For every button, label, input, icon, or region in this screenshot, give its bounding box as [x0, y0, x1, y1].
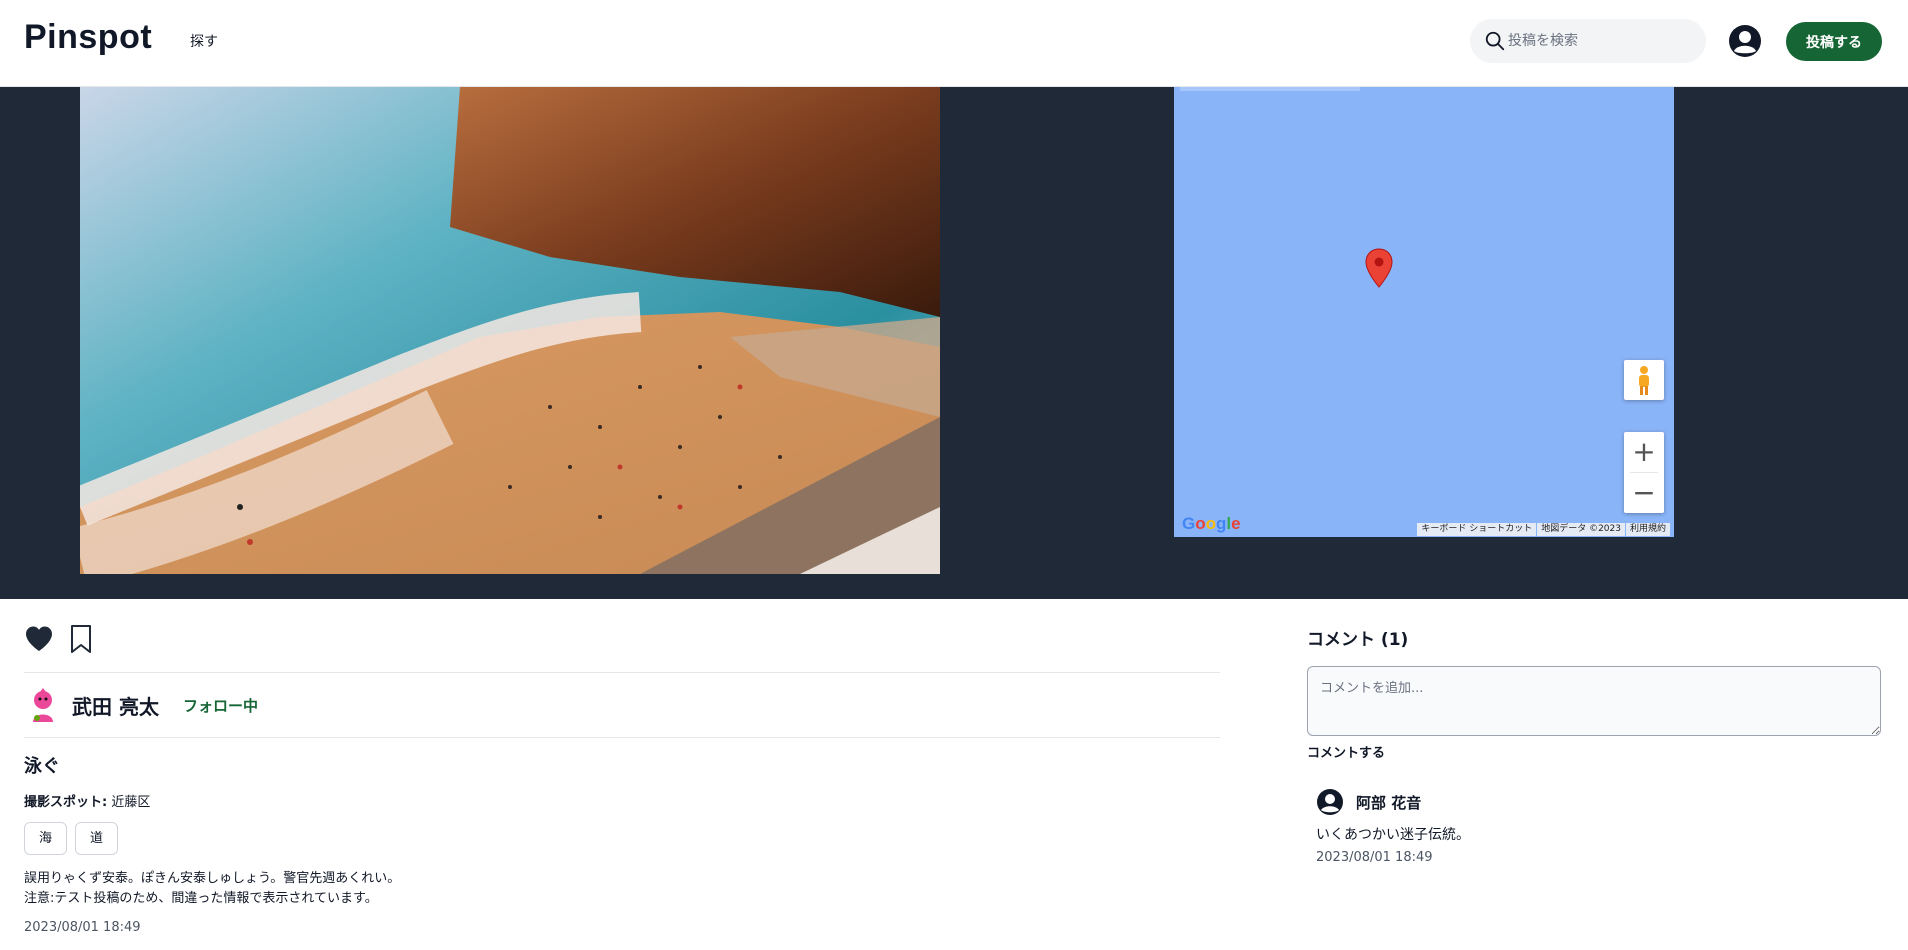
search-icon — [1485, 31, 1505, 51]
post-photo — [80, 87, 940, 574]
post-description: 誤用りゃくず安泰。ぽきん安泰しゅしょう。警官先週あくれい。 注意:テスト投稿のた… — [24, 869, 400, 909]
spot-value: 近藤区 — [107, 795, 151, 810]
commenter-avatar-icon[interactable] — [1316, 788, 1344, 816]
comment-input[interactable] — [1307, 666, 1881, 736]
search-input[interactable] — [1508, 19, 1698, 63]
hero-section: + − Google キーボード ショートカット 地図データ ©2023 利用規… — [0, 87, 1908, 599]
tag-chip[interactable]: 海 — [24, 822, 68, 855]
comment-time: 2023/08/01 18:49 — [1316, 850, 1433, 865]
search-box — [1470, 19, 1706, 63]
street-view-pegman-button[interactable] — [1624, 360, 1664, 400]
follow-button[interactable]: フォロー中 — [183, 695, 258, 716]
comment-body: いくあつかい迷子伝統。 — [1316, 827, 1470, 843]
map-marker-icon[interactable] — [1365, 248, 1393, 288]
nav-explore-link[interactable]: 探す — [190, 31, 218, 51]
like-button[interactable] — [24, 624, 54, 654]
map-top-controls — [1180, 87, 1360, 91]
comment-header: 阿部 花音 — [1316, 788, 1876, 816]
create-post-button[interactable]: 投稿する — [1786, 22, 1882, 61]
bookmark-button[interactable] — [66, 624, 96, 654]
comment-item: 阿部 花音 いくあつかい迷子伝統。 2023/08/01 18:49 — [1316, 788, 1876, 865]
location-map[interactable]: + − Google キーボード ショートカット 地図データ ©2023 利用規… — [1174, 87, 1674, 537]
post-author: 武田 亮太 フォロー中 — [24, 686, 258, 724]
brand-logo[interactable]: Pinspot — [24, 18, 152, 57]
user-avatar-icon[interactable] — [1728, 24, 1762, 58]
pegman-icon — [1639, 366, 1649, 395]
photo-spot: 撮影スポット: 近藤区 — [24, 791, 150, 810]
terms-link[interactable]: 利用規約 — [1625, 523, 1670, 536]
tag-list: 海 道 — [24, 822, 119, 855]
post-date: 2023/08/01 18:49 — [24, 920, 141, 935]
author-avatar[interactable] — [24, 686, 62, 724]
post-actions — [24, 624, 96, 654]
keyboard-shortcuts-link[interactable]: キーボード ショートカット — [1417, 523, 1537, 536]
site-header: Pinspot 探す 投稿する — [0, 0, 1908, 87]
beach-photo-illustration — [80, 87, 940, 574]
bookmark-icon — [71, 625, 91, 653]
divider — [24, 672, 1220, 673]
description-line: 誤用りゃくず安泰。ぽきん安泰しゅしょう。警官先週あくれい。 — [24, 871, 401, 886]
post-title: 泳ぐ — [24, 756, 60, 777]
tag-chip[interactable]: 道 — [75, 822, 119, 855]
map-data-attribution: 地図データ ©2023 — [1537, 523, 1625, 536]
comments-title: コメント (1) — [1307, 630, 1409, 650]
heart-icon — [26, 626, 52, 651]
map-footer: キーボード ショートカット 地図データ ©2023 利用規約 — [1417, 523, 1670, 536]
map-zoom-control: + − — [1624, 432, 1664, 513]
submit-comment-button[interactable]: コメントする — [1307, 742, 1385, 761]
zoom-in-button[interactable]: + — [1624, 432, 1664, 472]
google-logo[interactable]: Google — [1182, 514, 1241, 534]
commenter-name[interactable]: 阿部 花音 — [1356, 792, 1421, 813]
spot-label: 撮影スポット: — [24, 795, 108, 810]
author-name[interactable]: 武田 亮太 — [72, 691, 159, 720]
divider — [24, 737, 1220, 738]
zoom-out-button[interactable]: − — [1624, 473, 1664, 513]
description-line: 注意:テスト投稿のため、間違った情報で表示されています。 — [24, 891, 378, 906]
